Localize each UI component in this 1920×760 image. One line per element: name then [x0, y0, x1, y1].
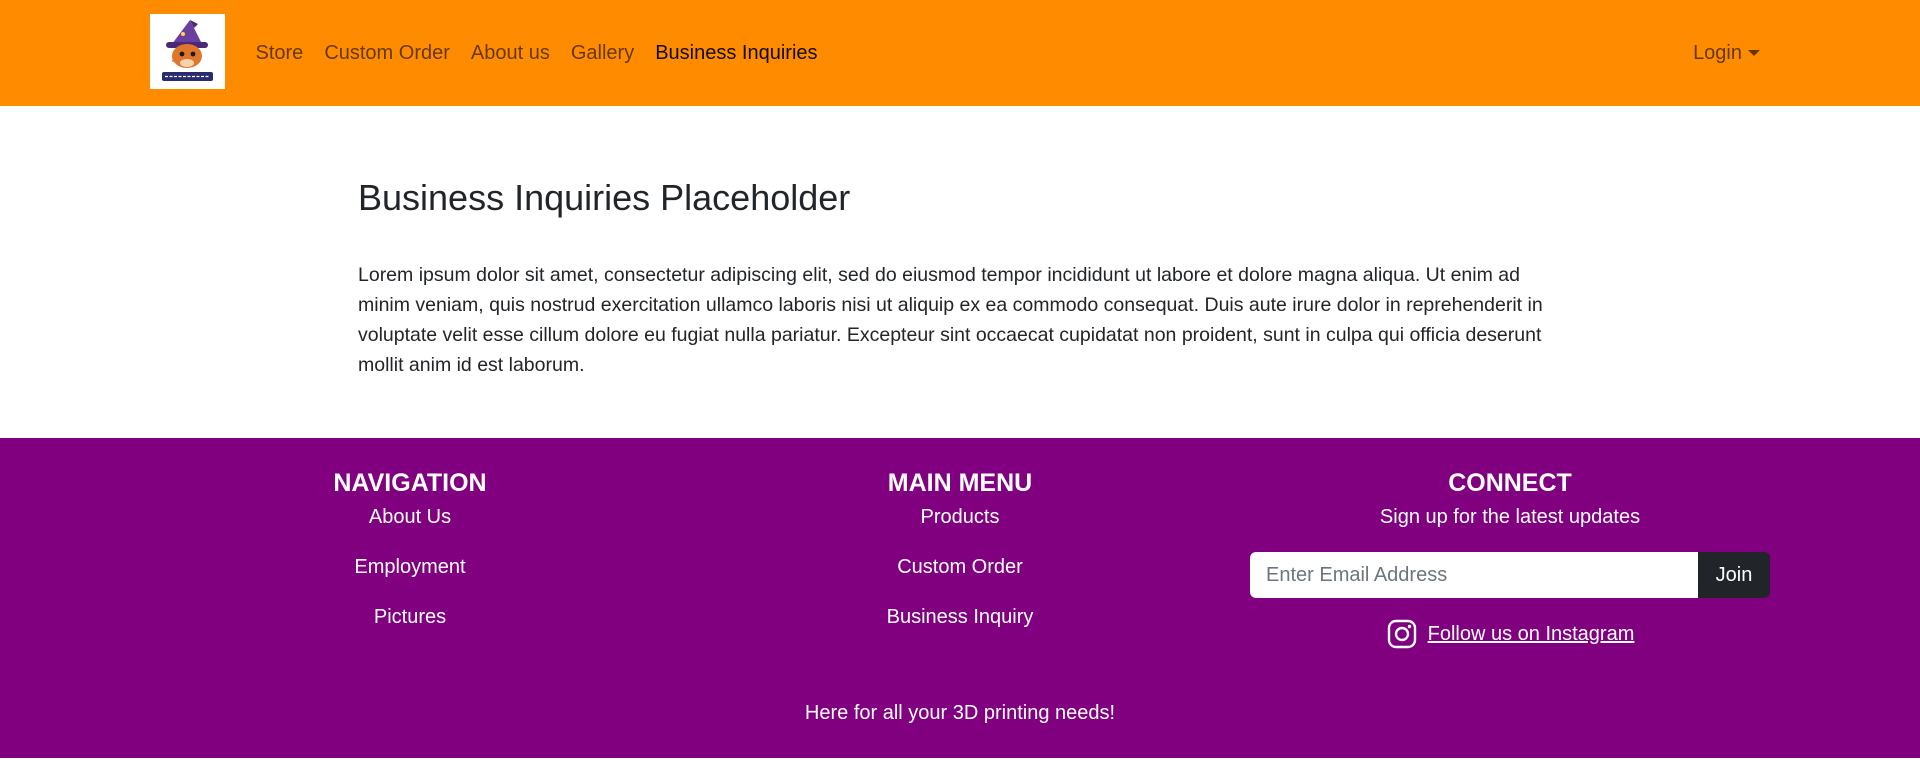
nav-link-custom-order[interactable]: Custom Order: [314, 42, 461, 65]
signup-text: Sign up for the latest updates: [1379, 506, 1641, 528]
nav-link-store[interactable]: Store: [245, 42, 314, 65]
footer-link-business-inquiry[interactable]: Business Inquiry: [800, 604, 1120, 630]
body-paragraph: Lorem ipsum dolor sit amet, consectetur …: [358, 264, 1543, 376]
wizard-logo-icon: [150, 14, 225, 89]
nav-link-about-us[interactable]: About us: [460, 42, 560, 65]
top-navbar: Store Custom Order About us Gallery Busi…: [0, 0, 1920, 106]
footer-connect-column: CONNECT Sign up for the latest updates J…: [1250, 468, 1770, 650]
login-dropdown[interactable]: Login: [1693, 0, 1760, 106]
caret-down-icon: [1748, 50, 1760, 56]
footer-link-custom-order[interactable]: Custom Order: [800, 554, 1120, 580]
email-input[interactable]: [1250, 552, 1698, 598]
footer-main-menu-column: MAIN MENU Products Custom Order Business…: [800, 468, 1120, 654]
footer-navigation-title: NAVIGATION: [333, 469, 487, 497]
instagram-link[interactable]: Follow us on Instagram: [1428, 623, 1635, 646]
site-footer: NAVIGATION About Us Employment Pictures …: [0, 438, 1920, 758]
login-label: Login: [1693, 41, 1742, 64]
nav-link-gallery[interactable]: Gallery: [560, 42, 644, 65]
brand-logo[interactable]: [150, 14, 225, 89]
main-nav: Store Custom Order About us Gallery Busi…: [245, 0, 828, 106]
main-content: Business Inquiries Placeholder Lorem ips…: [358, 170, 1568, 380]
footer-navigation-column: NAVIGATION About Us Employment Pictures: [250, 468, 570, 654]
footer-link-products[interactable]: Products: [800, 504, 1120, 530]
nav-link-business-inquiries[interactable]: Business Inquiries: [645, 42, 828, 65]
footer-connect-title: CONNECT: [1448, 469, 1572, 497]
join-button[interactable]: Join: [1698, 552, 1770, 598]
subscribe-form: Join: [1250, 552, 1770, 598]
footer-main-menu-title: MAIN MENU: [887, 469, 1033, 497]
page-title: Business Inquiries Placeholder: [358, 177, 851, 218]
instagram-row: Follow us on Instagram: [1250, 618, 1770, 650]
footer-link-employment[interactable]: Employment: [250, 554, 570, 580]
footer-link-about-us[interactable]: About Us: [250, 504, 570, 530]
footer-tagline: Here for all your 3D printing needs!: [804, 702, 1116, 724]
instagram-icon: [1387, 619, 1416, 649]
footer-link-pictures[interactable]: Pictures: [250, 604, 570, 630]
